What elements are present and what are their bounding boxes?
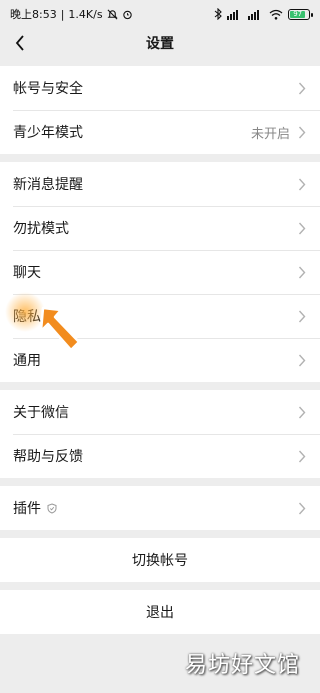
chevron-left-icon xyxy=(15,35,24,51)
settings-item-privacy[interactable]: 隐私 xyxy=(0,294,320,338)
chevron-right-icon xyxy=(298,353,308,367)
signal-icon-2 xyxy=(248,9,259,20)
chevron-right-icon xyxy=(298,449,308,463)
settings-group-account: 帐号与安全 青少年模式 未开启 xyxy=(0,66,320,154)
status-time: 晚上8:53 xyxy=(10,8,57,21)
logout-button[interactable]: 退出 xyxy=(0,590,320,634)
alarm-icon xyxy=(122,10,132,19)
settings-item-help-feedback[interactable]: 帮助与反馈 xyxy=(0,434,320,478)
wifi-icon xyxy=(269,9,283,20)
mute-icon xyxy=(107,9,118,19)
chevron-right-icon xyxy=(298,81,308,95)
settings-group-general: 新消息提醒 勿扰模式 聊天 隐私 通用 xyxy=(0,162,320,382)
bluetooth-icon xyxy=(214,8,222,20)
chevron-right-icon xyxy=(298,265,308,279)
settings-item-account-security[interactable]: 帐号与安全 xyxy=(0,66,320,110)
settings-group-about: 关于微信 帮助与反馈 xyxy=(0,390,320,478)
switch-account-button[interactable]: 切换帐号 xyxy=(0,538,320,582)
watermark-text: 易坊好文馆 xyxy=(184,653,300,678)
settings-item-do-not-disturb[interactable]: 勿扰模式 xyxy=(0,206,320,250)
settings-group-plugins: 插件 xyxy=(0,486,320,530)
teen-mode-status: 未开启 xyxy=(250,126,290,142)
chevron-right-icon xyxy=(298,221,308,235)
settings-item-chat[interactable]: 聊天 xyxy=(0,250,320,294)
network-speed: 1.4K/s xyxy=(68,7,103,21)
nav-bar: 设置 xyxy=(0,28,320,58)
page-title: 设置 xyxy=(146,36,174,52)
settings-item-notifications[interactable]: 新消息提醒 xyxy=(0,162,320,206)
settings-item-general[interactable]: 通用 xyxy=(0,338,320,382)
chevron-right-icon xyxy=(298,125,308,139)
battery-icon: 97 xyxy=(288,8,313,20)
chevron-right-icon xyxy=(298,177,308,191)
back-button[interactable] xyxy=(10,33,30,53)
chevron-right-icon xyxy=(298,309,308,323)
shield-icon xyxy=(47,502,57,514)
settings-item-teen-mode[interactable]: 青少年模式 未开启 xyxy=(0,110,320,154)
chevron-right-icon xyxy=(298,501,308,515)
settings-item-plugins[interactable]: 插件 xyxy=(0,486,320,530)
signal-icon xyxy=(227,9,238,20)
settings-item-about-wechat[interactable]: 关于微信 xyxy=(0,390,320,434)
chevron-right-icon xyxy=(298,405,308,419)
status-bar: 晚上8:53 | 1.4K/s 97 xyxy=(0,0,320,28)
